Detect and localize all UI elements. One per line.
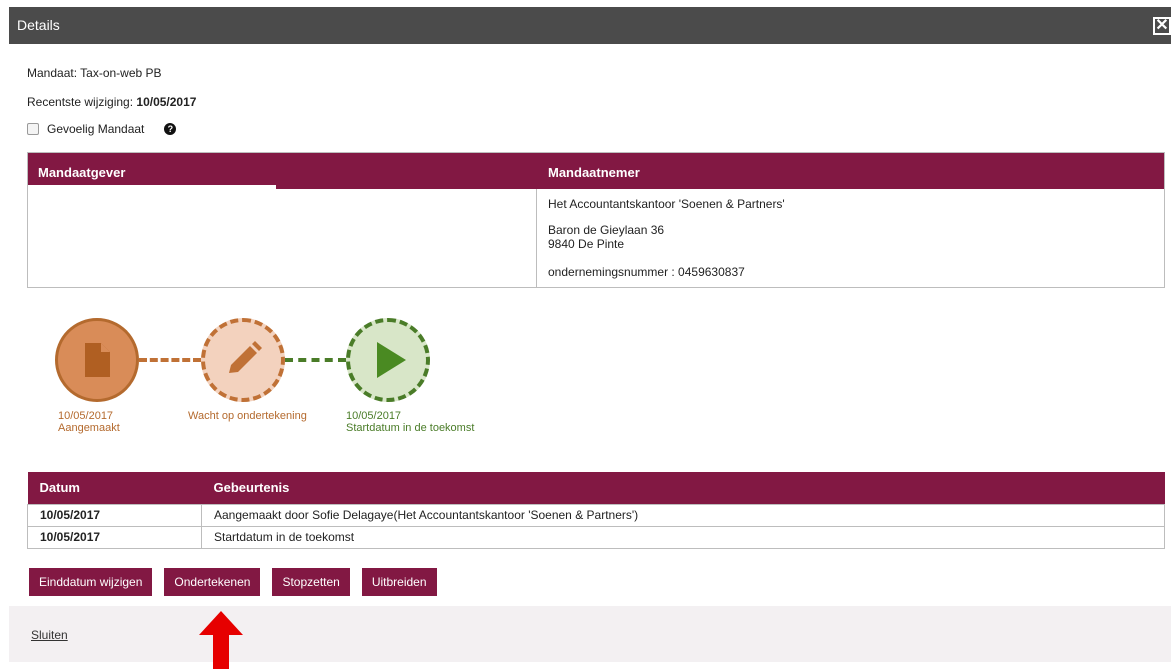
action-buttons: Einddatum wijzigen Ondertekenen Stopzett… <box>29 568 437 596</box>
parties-table: Mandaatgever Mandaatnemer Het Accountant… <box>27 152 1165 288</box>
timeline-connector-1 <box>139 358 201 362</box>
step-text: Aangemaakt <box>58 422 120 434</box>
event-date: 10/05/2017 <box>27 503 202 527</box>
step-text: Startdatum in de toekomst <box>346 422 475 434</box>
mandaat-label: Mandaat: Tax-on-web PB <box>27 66 162 80</box>
mandaatnemer-company-no: ondernemingsnummer : 0459630837 <box>548 265 745 279</box>
einddatum-wijzigen-button[interactable]: Einddatum wijzigen <box>29 568 153 596</box>
column-header-datum: Datum <box>27 472 202 504</box>
mandaatgever-header: Mandaatgever <box>38 165 126 180</box>
timeline-connector-2 <box>285 358 346 362</box>
dialog-title: Details <box>17 17 60 33</box>
step-label-wacht: Wacht op ondertekening <box>188 410 307 422</box>
close-icon[interactable]: ✕ <box>1153 17 1171 35</box>
stopzetten-button[interactable]: Stopzetten <box>272 568 350 596</box>
parties-header: Mandaatgever Mandaatnemer <box>28 153 1164 189</box>
gevoelig-row: Gevoelig Mandaat ? <box>27 122 177 136</box>
step-text: Wacht op ondertekening <box>188 410 307 422</box>
events-table: Datum Gebeurtenis 10/05/2017 Aangemaakt … <box>27 472 1165 549</box>
play-icon <box>377 342 406 378</box>
red-arrow-icon <box>199 611 243 669</box>
step-label-aangemaakt: 10/05/2017 Aangemaakt <box>58 410 120 434</box>
column-header-gebeurtenis: Gebeurtenis <box>201 472 1165 504</box>
table-row: 10/05/2017 Aangemaakt door Sofie Delagay… <box>27 503 1165 527</box>
uitbreiden-button[interactable]: Uitbreiden <box>361 568 437 596</box>
mandaatnemer-city: 9840 De Pinte <box>548 237 625 251</box>
status-timeline: 10/05/2017 Aangemaakt Wacht op onderteke… <box>40 318 510 448</box>
mandaatgever-tab <box>28 185 276 190</box>
mandaatnemer-street: Baron de Gieylaan 36 <box>548 223 665 237</box>
step-label-startdatum: 10/05/2017 Startdatum in de toekomst <box>346 410 474 434</box>
mandaatnemer-name: Het Accountantskantoor 'Soenen & Partner… <box>548 197 785 211</box>
step-date: 10/05/2017 <box>346 410 402 422</box>
recent-change-value: 10/05/2017 <box>136 95 197 109</box>
mandaatnemer-details: Het Accountantskantoor 'Soenen & Partner… <box>548 197 785 291</box>
events-header-row: Datum Gebeurtenis <box>27 472 1165 504</box>
event-description: Aangemaakt door Sofie Delagaye(Het Accou… <box>201 503 1165 527</box>
event-date: 10/05/2017 <box>27 525 202 549</box>
document-icon <box>85 343 110 377</box>
mandaatnemer-header: Mandaatnemer <box>548 165 640 180</box>
step-aangemaakt <box>55 318 139 402</box>
event-description: Startdatum in de toekomst <box>201 525 1165 549</box>
gevoelig-checkbox[interactable] <box>27 123 39 135</box>
recent-change-label: Recentste wijziging: <box>27 95 137 109</box>
step-date: 10/05/2017 <box>58 410 114 422</box>
step-wacht-op-ondertekening <box>201 318 285 402</box>
help-icon[interactable]: ? <box>164 123 177 135</box>
ondertekenen-button[interactable]: Ondertekenen <box>164 568 261 596</box>
column-divider <box>536 189 537 287</box>
table-row: 10/05/2017 Startdatum in de toekomst <box>27 525 1165 549</box>
dialog-titlebar: Details ✕ <box>9 7 1171 44</box>
sluiten-link[interactable]: Sluiten <box>31 628 68 642</box>
step-startdatum <box>346 318 430 402</box>
gevoelig-label: Gevoelig Mandaat <box>47 122 145 136</box>
pencil-icon <box>229 341 262 373</box>
dialog-footer: Sluiten <box>9 606 1171 662</box>
recent-change: Recentste wijziging: 10/05/2017 <box>27 95 196 109</box>
